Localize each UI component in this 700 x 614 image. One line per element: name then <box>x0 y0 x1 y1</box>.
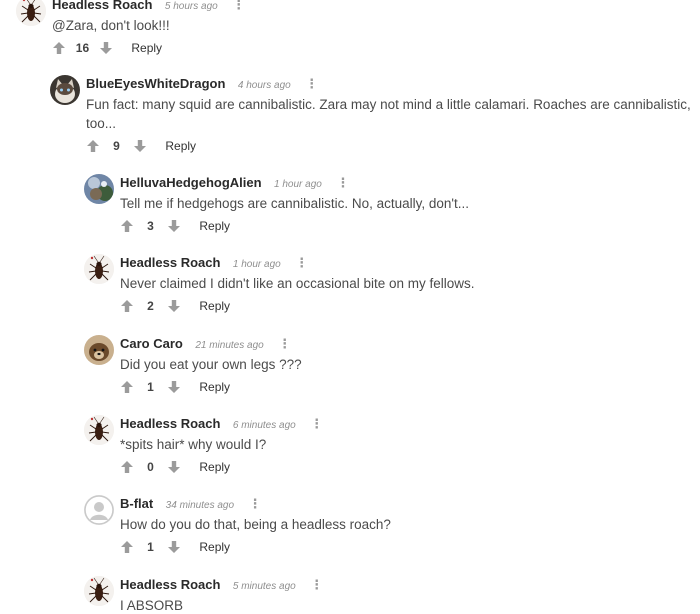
comment-author[interactable]: Headless Roach <box>120 416 220 431</box>
vote-count: 0 <box>147 460 154 474</box>
comment: BlueEyesWhiteDragon 4 hours ago ⋮ Fun fa… <box>50 75 698 161</box>
vote-count: 3 <box>147 219 154 233</box>
vote-count: 2 <box>147 299 154 313</box>
comment-author[interactable]: Caro Caro <box>120 336 183 351</box>
upvote-icon[interactable] <box>120 460 134 474</box>
comment-author[interactable]: Headless Roach <box>120 255 220 270</box>
more-options-icon[interactable]: ⋮ <box>249 495 262 513</box>
comment: Headless Roach 5 minutes ago ⋮ I ABSORB <box>84 576 696 614</box>
vote-count: 1 <box>147 540 154 554</box>
hedgehog-avatar[interactable] <box>84 174 114 204</box>
more-options-icon[interactable]: ⋮ <box>310 576 323 594</box>
roach-avatar[interactable] <box>84 415 114 445</box>
vote-count: 1 <box>147 380 154 394</box>
downvote-icon[interactable] <box>167 380 181 394</box>
comment-text: Never claimed I didn't like an occasiona… <box>120 276 475 291</box>
downvote-icon[interactable] <box>133 139 147 153</box>
more-options-icon[interactable]: ⋮ <box>305 75 318 93</box>
upvote-icon[interactable] <box>52 41 66 55</box>
comment: HelluvaHedgehogAlien 1 hour ago ⋮ Tell m… <box>84 174 696 240</box>
comment-author[interactable]: Headless Roach <box>52 0 152 12</box>
roach-avatar[interactable] <box>16 0 46 26</box>
upvote-icon[interactable] <box>120 219 134 233</box>
vote-count: 9 <box>113 139 120 153</box>
downvote-icon[interactable] <box>99 41 113 55</box>
comment-author[interactable]: BlueEyesWhiteDragon <box>86 76 225 91</box>
comment-text: *spits hair* why would I? <box>120 437 267 452</box>
comment: B-flat 34 minutes ago ⋮ How do you do th… <box>84 495 696 561</box>
reply-button[interactable]: Reply <box>199 540 230 554</box>
downvote-icon[interactable] <box>167 540 181 554</box>
comment-time[interactable]: 1 hour ago <box>233 259 281 270</box>
comment: Headless Roach 6 minutes ago ⋮ *spits ha… <box>84 415 696 481</box>
comment-time[interactable]: 34 minutes ago <box>166 500 234 511</box>
downvote-icon[interactable] <box>167 460 181 474</box>
upvote-icon[interactable] <box>120 380 134 394</box>
comment-text: How do you do that, being a headless roa… <box>120 517 391 532</box>
upvote-icon[interactable] <box>120 299 134 313</box>
vote-count: 16 <box>75 41 90 55</box>
comment-author[interactable]: B-flat <box>120 496 153 511</box>
more-options-icon[interactable]: ⋮ <box>295 254 308 272</box>
roach-avatar[interactable] <box>84 576 114 606</box>
downvote-icon[interactable] <box>167 299 181 313</box>
comment-text: I ABSORB <box>120 598 184 613</box>
comment-time[interactable]: 6 minutes ago <box>233 420 296 431</box>
comment-time[interactable]: 1 hour ago <box>274 179 322 190</box>
default-user-avatar[interactable] <box>84 495 114 525</box>
more-options-icon[interactable]: ⋮ <box>278 335 291 353</box>
comment-author[interactable]: HelluvaHedgehogAlien <box>120 175 262 190</box>
comment: Headless Roach 1 hour ago ⋮ Never claime… <box>84 254 696 320</box>
more-options-icon[interactable]: ⋮ <box>336 174 349 192</box>
comment: Headless Roach 5 hours ago ⋮ @Zara, don'… <box>16 0 696 62</box>
reply-button[interactable]: Reply <box>199 380 230 394</box>
upvote-icon[interactable] <box>120 540 134 554</box>
comment: Caro Caro 21 minutes ago ⋮ Did you eat y… <box>84 335 696 401</box>
comment-text: Tell me if hedgehogs are cannibalistic. … <box>120 196 470 211</box>
upvote-icon[interactable] <box>86 139 100 153</box>
comment-text: Did you eat your own legs ??? <box>120 357 302 372</box>
downvote-icon[interactable] <box>167 219 181 233</box>
comment-author[interactable]: Headless Roach <box>120 577 220 592</box>
comment-time[interactable]: 4 hours ago <box>238 80 291 91</box>
cat-avatar[interactable] <box>50 75 80 105</box>
reply-button[interactable]: Reply <box>199 460 230 474</box>
reply-button[interactable]: Reply <box>131 41 162 55</box>
comment-time[interactable]: 5 hours ago <box>165 1 218 12</box>
more-options-icon[interactable]: ⋮ <box>232 0 245 14</box>
roach-avatar[interactable] <box>84 254 114 284</box>
comment-time[interactable]: 21 minutes ago <box>195 340 263 351</box>
more-options-icon[interactable]: ⋮ <box>310 415 323 433</box>
reply-button[interactable]: Reply <box>199 299 230 313</box>
comment-text: @Zara, don't look!!! <box>52 18 170 33</box>
reply-button[interactable]: Reply <box>199 219 230 233</box>
reply-button[interactable]: Reply <box>165 139 196 153</box>
comment-text: Fun fact: many squid are cannibalistic. … <box>86 97 691 131</box>
dog-avatar[interactable] <box>84 335 114 365</box>
comment-time[interactable]: 5 minutes ago <box>233 581 296 592</box>
